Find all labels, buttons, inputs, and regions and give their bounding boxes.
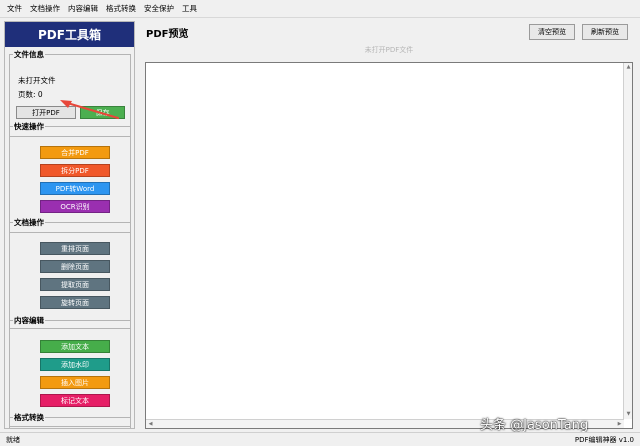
preview-canvas[interactable]: ▲ ▼ ◀ ▶ — [145, 62, 633, 429]
scroll-down-icon[interactable]: ▼ — [624, 410, 633, 419]
vertical-scrollbar[interactable]: ▲ ▼ — [623, 63, 632, 419]
refresh-preview-button[interactable]: 刷新预览 — [582, 24, 628, 40]
doc-ops-group: 文档操作 重排页面 删除页面 提取页面 旋转页面 — [9, 217, 131, 329]
content-edit-legend: 内容编辑 — [14, 316, 44, 325]
format-convert-legend: 格式转换 — [14, 413, 44, 422]
menu-file[interactable]: 文件 — [3, 0, 26, 18]
add-watermark-button[interactable]: 添加水印 — [40, 358, 110, 371]
extract-pages-button[interactable]: 提取页面 — [40, 278, 110, 291]
menu-content-edit[interactable]: 内容编辑 — [64, 0, 102, 18]
no-file-hint: 未打开PDF文件 — [364, 46, 414, 54]
pdf-to-word-button[interactable]: PDF转Word — [40, 182, 110, 195]
split-pdf-button[interactable]: 拆分PDF — [40, 164, 110, 177]
mark-text-button[interactable]: 标记文本 — [40, 394, 110, 407]
menu-tools[interactable]: 工具 — [178, 0, 201, 18]
menu-security[interactable]: 安全保护 — [140, 0, 178, 18]
rotate-pages-button[interactable]: 旋转页面 — [40, 296, 110, 309]
annotation-arrow — [60, 100, 120, 120]
app-version-text: PDF编辑神器 v1.0 — [574, 436, 634, 444]
format-convert-group: 格式转换 — [9, 412, 131, 428]
clear-preview-button[interactable]: 清空预览 — [529, 24, 575, 40]
menu-format-convert[interactable]: 格式转换 — [102, 0, 140, 18]
insert-image-button[interactable]: 插入图片 — [40, 376, 110, 389]
scroll-left-icon[interactable]: ◀ — [146, 420, 155, 429]
status-bar: 就绪 PDF编辑神器 v1.0 — [0, 432, 640, 446]
scroll-up-icon[interactable]: ▲ — [624, 63, 633, 72]
preview-title: PDF预览 — [146, 29, 189, 40]
file-status-text: 未打开文件 — [18, 76, 56, 85]
sidebar-title: PDF工具箱 — [5, 22, 134, 47]
add-text-button[interactable]: 添加文本 — [40, 340, 110, 353]
menu-bar: 文件 文档操作 内容编辑 格式转换 安全保护 工具 — [0, 0, 640, 18]
content-edit-group: 内容编辑 添加文本 添加水印 插入图片 标记文本 — [9, 315, 131, 427]
scroll-right-icon[interactable]: ▶ — [615, 420, 624, 429]
menu-document-ops[interactable]: 文档操作 — [26, 0, 64, 18]
delete-pages-button[interactable]: 删除页面 — [40, 260, 110, 273]
status-text: 就绪 — [6, 436, 20, 444]
doc-ops-legend: 文档操作 — [14, 218, 44, 227]
sidebar: PDF工具箱 文件信息 未打开文件 页数: 0 打开PDF 保存 快速操作 合并… — [4, 21, 135, 429]
merge-pdf-button[interactable]: 合并PDF — [40, 146, 110, 159]
reorder-pages-button[interactable]: 重排页面 — [40, 242, 110, 255]
watermark-text: 头条 @JasonTang — [480, 418, 589, 433]
page-count-text: 页数: 0 — [18, 90, 43, 99]
ocr-button[interactable]: OCR识别 — [40, 200, 110, 213]
file-info-legend: 文件信息 — [14, 50, 44, 59]
quick-ops-legend: 快速操作 — [14, 122, 44, 131]
